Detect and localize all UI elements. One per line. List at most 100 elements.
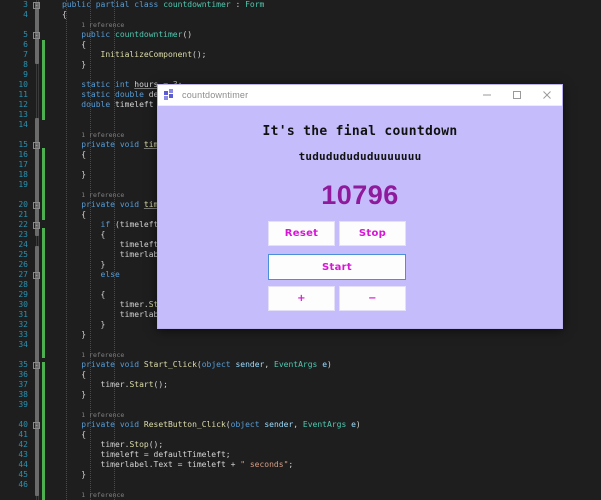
timer-label[interactable]: 10796 [158,180,562,211]
line-number: 38 [18,390,28,399]
line-number: 36 [18,370,28,379]
minimize-icon [483,94,491,96]
code-text: 1 reference [81,351,125,359]
fold-toggle-icon[interactable]: - [33,1,40,9]
start-button-label: Start [322,261,352,273]
line-number: 25 [18,250,28,259]
code-text: 1 reference [81,191,125,199]
code-line[interactable]: 6 { [0,40,601,50]
code-line[interactable]: 42 timer.Stop(); [0,440,601,450]
code-line[interactable]: 39 [0,400,601,410]
fold-toggle-icon[interactable]: - [33,271,40,279]
countdown-timer-window[interactable]: countdowntimer It's the final countdown … [157,84,563,329]
code-text: { [62,210,87,219]
code-text: { [62,430,87,439]
code-line[interactable]: 33 } [0,330,601,340]
fold-toggle-icon[interactable]: - [33,421,40,429]
window-title: countdowntimer [182,90,249,100]
code-text: public partial class countdowntimer : Fo… [62,0,265,9]
code-text: } [62,320,106,329]
line-number: 32 [18,320,28,329]
code-line[interactable]: 8 } [0,60,601,70]
line-number: 6 [23,40,28,49]
window-titlebar[interactable]: countdowntimer [158,85,562,106]
code-line[interactable]: 44 timerlabel.Text = timeleft + " second… [0,460,601,470]
increment-button[interactable]: + [268,286,335,311]
line-number: 33 [18,330,28,339]
code-line[interactable]: 5- public countdowntimer() [0,30,601,40]
reset-button[interactable]: Reset [268,221,335,246]
decrement-button[interactable]: − [339,286,406,311]
code-line[interactable]: 34 [0,340,601,350]
code-line[interactable]: 43 timeleft = defaultTimeleft; [0,450,601,460]
line-number: 16 [18,150,28,159]
code-line[interactable]: 1 reference [0,490,601,500]
code-text: timeleft = defaultTimeleft; [62,450,231,459]
line-number: 15 [18,140,28,149]
line-number: 13 [18,110,28,119]
line-number: 44 [18,460,28,469]
line-number: 46 [18,480,28,489]
code-text: { [62,290,106,299]
code-text: } [62,390,87,399]
code-line[interactable]: 1 reference [0,410,601,420]
line-number: 45 [18,470,28,479]
code-line[interactable]: 40- private void ResetButton_Click(objec… [0,420,601,430]
line-number: 31 [18,310,28,319]
line-number: 29 [18,290,28,299]
code-line[interactable]: 1 reference [0,350,601,360]
line-number: 34 [18,340,28,349]
close-button[interactable] [532,85,562,105]
stop-button-label: Stop [358,228,387,239]
code-line[interactable]: 45 } [0,470,601,480]
code-text: InitializeComponent(); [100,50,207,59]
line-number: 24 [18,240,28,249]
window-controls[interactable] [472,85,562,105]
maximize-icon [513,91,521,99]
line-number: 30 [18,300,28,309]
code-text: } [62,470,87,479]
code-line[interactable]: 7 InitializeComponent(); [0,50,601,60]
increment-button-label: + [297,293,306,304]
line-number: 43 [18,450,28,459]
fold-toggle-icon[interactable]: - [33,31,40,39]
code-text: 1 reference [81,21,125,29]
screen: 3- public partial class countdowntimer : … [0,0,601,500]
line-number: 8 [23,60,28,69]
code-line[interactable]: 38 } [0,390,601,400]
line-number: 27 [18,270,28,279]
window-body: It's the final countdown tudududududuuuu… [158,106,562,328]
line-number: 17 [18,160,28,169]
maximize-button[interactable] [502,85,532,105]
code-line[interactable]: 9 [0,70,601,80]
fold-toggle-icon[interactable]: - [33,361,40,369]
code-line[interactable]: 4{ [0,10,601,20]
code-line[interactable]: 46 [0,480,601,490]
code-line[interactable]: 36 { [0,370,601,380]
fold-toggle-icon[interactable]: - [33,221,40,229]
line-number: 7 [23,50,28,59]
code-text: { [62,10,67,19]
line-number: 10 [18,80,28,89]
fold-toggle-icon[interactable]: - [33,201,40,209]
minimize-button[interactable] [472,85,502,105]
code-line[interactable]: 3- public partial class countdowntimer : … [0,0,601,10]
code-text: timer.Stop(); [62,440,164,449]
line-number: 41 [18,430,28,439]
code-text: } [62,260,106,269]
code-text: { [62,230,106,239]
code-text: { [62,370,87,379]
line-number: 42 [18,440,28,449]
code-text: timerlabel.Text = timeleft + " seconds"; [62,460,294,469]
fold-toggle-icon[interactable]: - [33,141,40,149]
code-line[interactable]: 41 { [0,430,601,440]
code-line[interactable]: 1 reference [0,20,601,30]
code-text: private void ResetButton_Click(object se… [81,420,361,429]
code-text: } [62,330,87,339]
code-text: 1 reference [81,131,125,139]
line-number: 20 [18,200,28,209]
start-button[interactable]: Start [268,254,406,280]
code-line[interactable]: 35- private void Start_Click(object send… [0,360,601,370]
code-line[interactable]: 37 timer.Start(); [0,380,601,390]
stop-button[interactable]: Stop [339,221,406,246]
